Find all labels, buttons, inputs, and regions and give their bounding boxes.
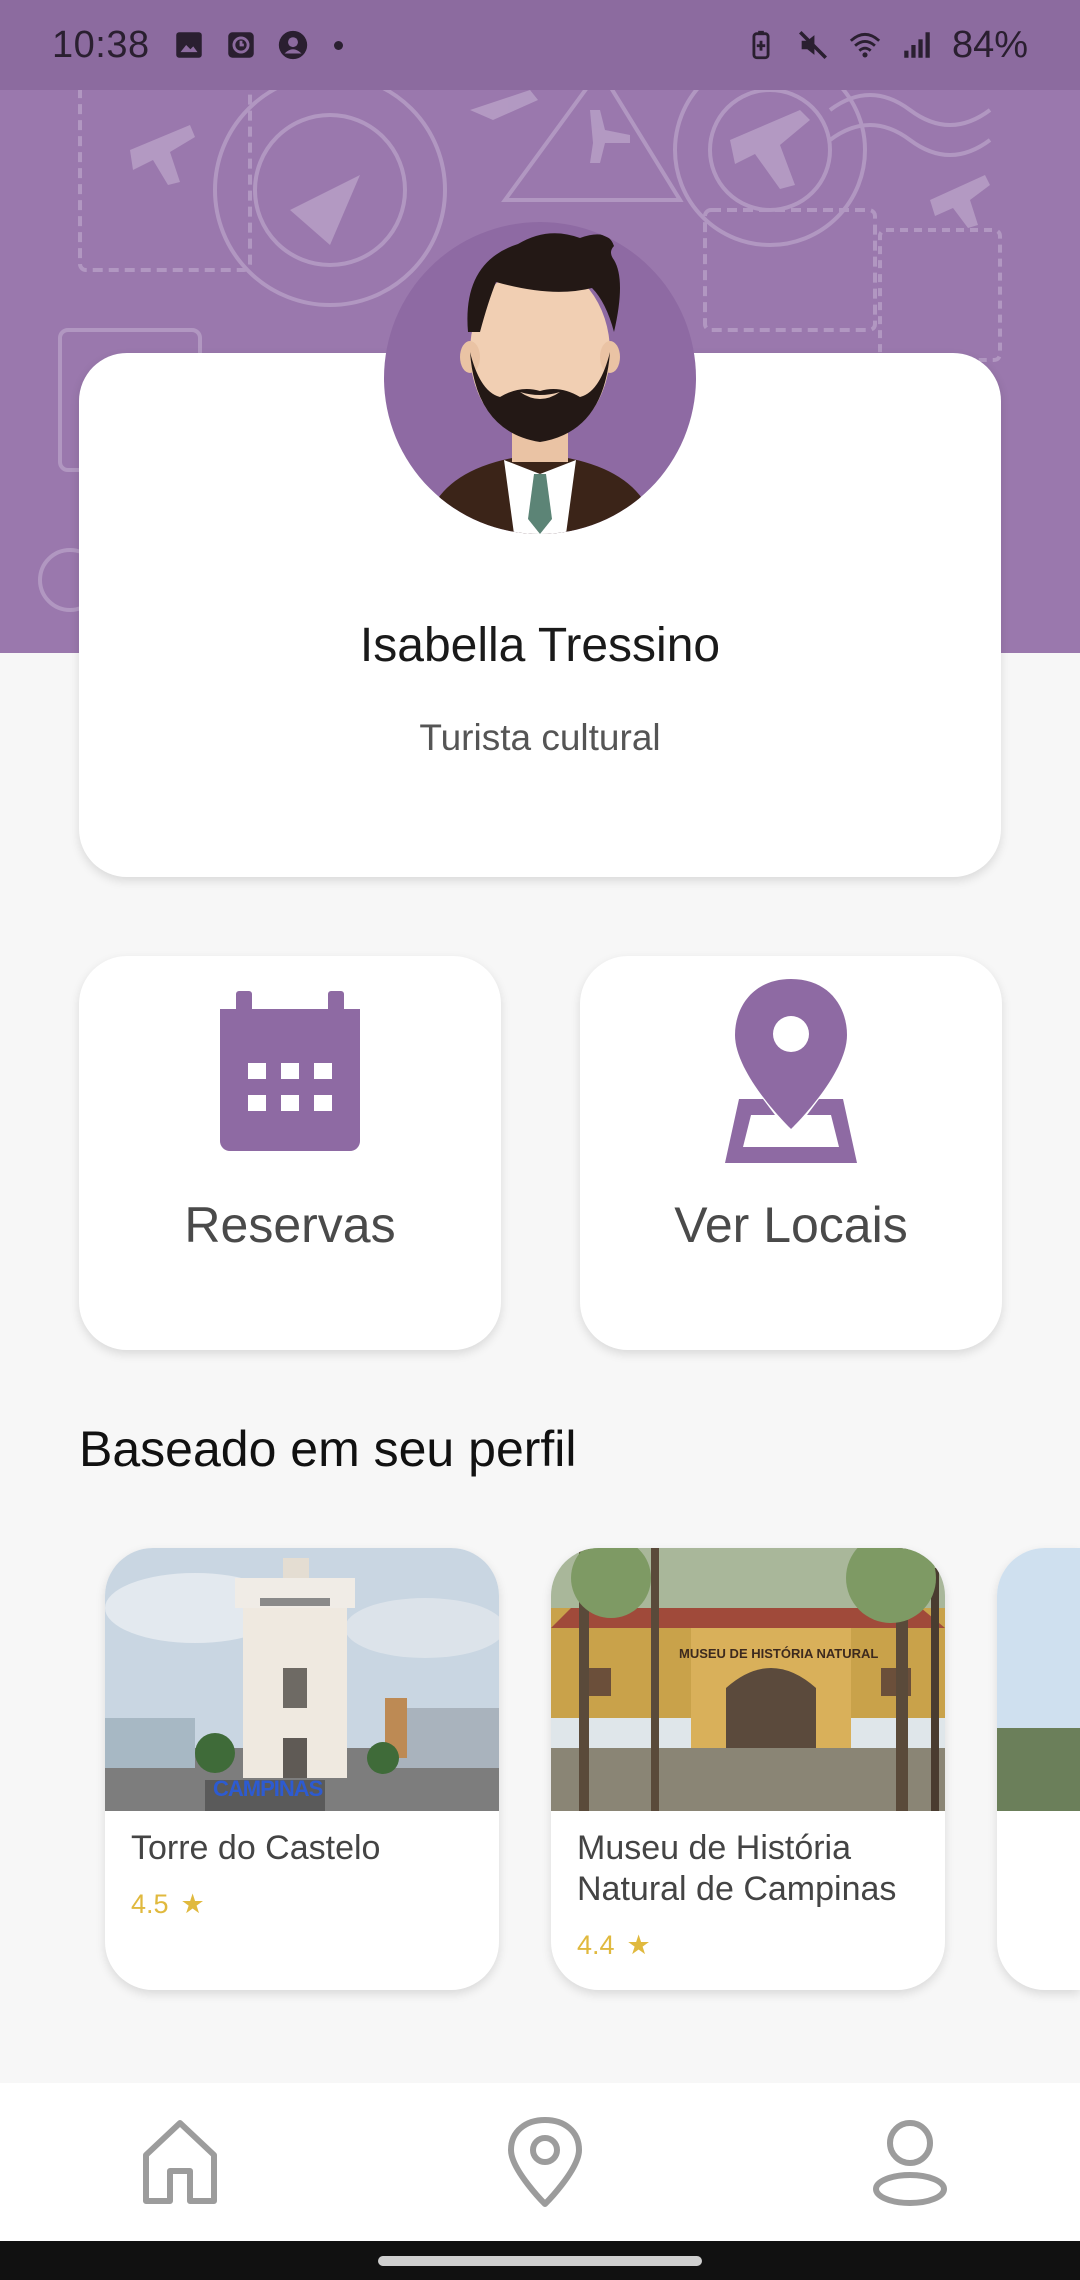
- place-rating: 4.5 ★: [131, 1889, 205, 1920]
- nav-profile[interactable]: [860, 2112, 960, 2212]
- account-icon: [278, 30, 307, 60]
- campinas-sign: CAMPINAS: [213, 1776, 323, 1801]
- rating-value: 4.5: [131, 1889, 169, 1919]
- museum-facade-sign: MUSEU DE HISTÓRIA NATURAL: [679, 1646, 879, 1661]
- map-pin-icon: [725, 979, 857, 1163]
- system-gesture-bar: [0, 2241, 1080, 2280]
- avatar-illustration: [424, 233, 656, 534]
- status-bar: 10:38 84%: [0, 0, 1080, 90]
- place-image: CAMPINAS: [105, 1548, 499, 1811]
- wifi-icon: [849, 32, 881, 58]
- home-gesture-handle[interactable]: [378, 2256, 702, 2266]
- place-title: Torre do Castelo: [131, 1829, 381, 1867]
- star-icon: ★: [626, 1930, 651, 1960]
- calendar-icon: [220, 991, 360, 1151]
- ver-locais-button[interactable]: Ver Locais: [580, 956, 1002, 1350]
- profile-subtitle: Turista cultural: [419, 717, 661, 758]
- star-icon: ★: [180, 1889, 205, 1919]
- section-title: Baseado em seu perfil: [79, 1421, 577, 1477]
- profile-screen: 10:38 84% Isabella Tressino Turista cult…: [0, 0, 1080, 2280]
- reservas-label: Reservas: [184, 1197, 396, 1253]
- nav-home[interactable]: [130, 2112, 230, 2212]
- battery-saver-icon: [752, 30, 770, 60]
- profile-name: Isabella Tressino: [359, 619, 721, 672]
- nav-locations[interactable]: [495, 2112, 595, 2212]
- clock-app-icon: [227, 32, 254, 58]
- place-image: [997, 1548, 1080, 1811]
- signal-icon: [904, 32, 930, 58]
- location-icon: [508, 2117, 582, 2207]
- profile-icon: [873, 2120, 947, 2206]
- place-card-next[interactable]: [997, 1548, 1080, 1990]
- home-icon: [143, 2120, 217, 2204]
- rating-value: 4.4: [577, 1930, 615, 1960]
- reservas-button[interactable]: Reservas: [79, 956, 501, 1350]
- mute-icon: [798, 30, 827, 60]
- status-time: 10:38: [52, 23, 150, 66]
- place-image: MUSEU DE HISTÓRIA NATURAL: [551, 1548, 945, 1811]
- place-title: Museu de História Natural de Campinas: [577, 1829, 897, 1908]
- place-card-torre-do-castelo[interactable]: CAMPINAS Torre do Castelo 4.5 ★: [105, 1548, 499, 1990]
- battery-level: 84%: [951, 23, 1028, 66]
- place-card-museu-historia-natural[interactable]: MUSEU DE HISTÓRIA NATURAL Museu de Histó…: [551, 1548, 945, 1990]
- bottom-navigation: [0, 2083, 1080, 2241]
- avatar[interactable]: [384, 222, 696, 534]
- ver-locais-label: Ver Locais: [674, 1197, 908, 1253]
- place-rating: 4.4 ★: [577, 1930, 651, 1961]
- image-icon: [175, 32, 202, 58]
- notification-dot-icon: [333, 40, 343, 50]
